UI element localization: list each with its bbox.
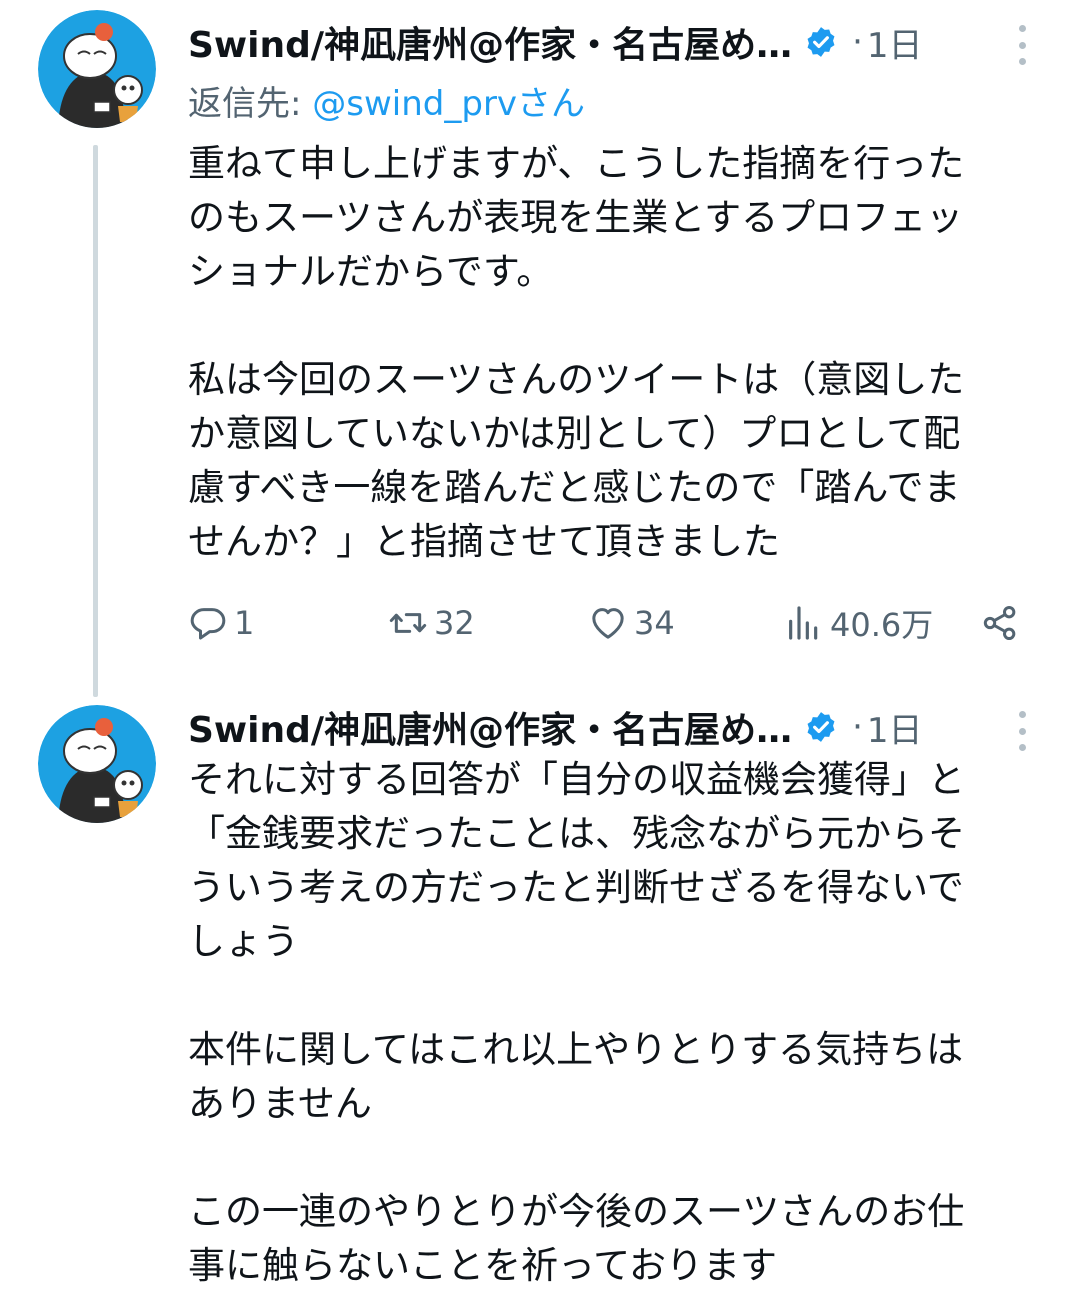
share-icon	[980, 603, 1020, 643]
tweet[interactable]: Swind/神凪唐州@作家・名古屋め… · 1日 返信先: @swind_prv…	[0, 0, 1074, 700]
like-icon	[588, 603, 628, 643]
tweet-actions: 1 32 34 40.6万	[188, 595, 1028, 651]
display-name[interactable]: Swind/神凪唐州@作家・名古屋め…	[188, 701, 792, 753]
more-options-icon[interactable]	[1012, 25, 1032, 65]
retweet-count: 32	[434, 604, 475, 642]
verified-badge-icon	[804, 25, 838, 59]
views-count: 40.6万	[830, 606, 934, 644]
tweet-text: 重ねて申し上げますが、こうした指摘を行った のもスーツさんが表現を生業とするプロ…	[188, 142, 965, 563]
tweet-header: Swind/神凪唐州@作家・名古屋め… · 1日	[188, 12, 923, 72]
verified-badge-icon	[804, 710, 838, 744]
timestamp[interactable]: 1日	[867, 703, 923, 752]
reply-to-handle[interactable]: @swind_prvさん	[312, 84, 585, 124]
reply-to-line: 返信先: @swind_prvさん	[188, 76, 585, 125]
reply-icon	[188, 603, 228, 643]
retweet-button[interactable]: 32	[388, 595, 475, 651]
separator-dot: ·	[852, 22, 863, 62]
avatar[interactable]	[38, 705, 156, 823]
thread-connector-line	[93, 145, 98, 697]
display-name[interactable]: Swind/神凪唐州@作家・名古屋め…	[188, 16, 792, 68]
like-count: 34	[634, 604, 675, 642]
tweet[interactable]: Swind/神凪唐州@作家・名古屋め… · 1日 それに対する回答が「自分の収益…	[0, 700, 1074, 1300]
views-button[interactable]: 40.6万	[784, 595, 933, 651]
separator-dot: ·	[852, 707, 863, 747]
tweet-text: それに対する回答が「自分の収益機会獲得」と 「金銭要求だったことは、残念ながら元…	[188, 758, 965, 1287]
avatar[interactable]	[38, 10, 156, 128]
share-button[interactable]	[980, 595, 1020, 651]
reply-button[interactable]: 1	[188, 595, 254, 651]
reply-count: 1	[234, 604, 255, 642]
timestamp[interactable]: 1日	[867, 18, 923, 67]
views-icon	[784, 603, 824, 643]
more-options-icon[interactable]	[1012, 711, 1032, 751]
like-button[interactable]: 34	[588, 595, 675, 651]
reply-to-label: 返信先:	[188, 84, 313, 124]
retweet-icon	[388, 603, 428, 643]
tweet-header: Swind/神凪唐州@作家・名古屋め… · 1日	[188, 697, 923, 757]
